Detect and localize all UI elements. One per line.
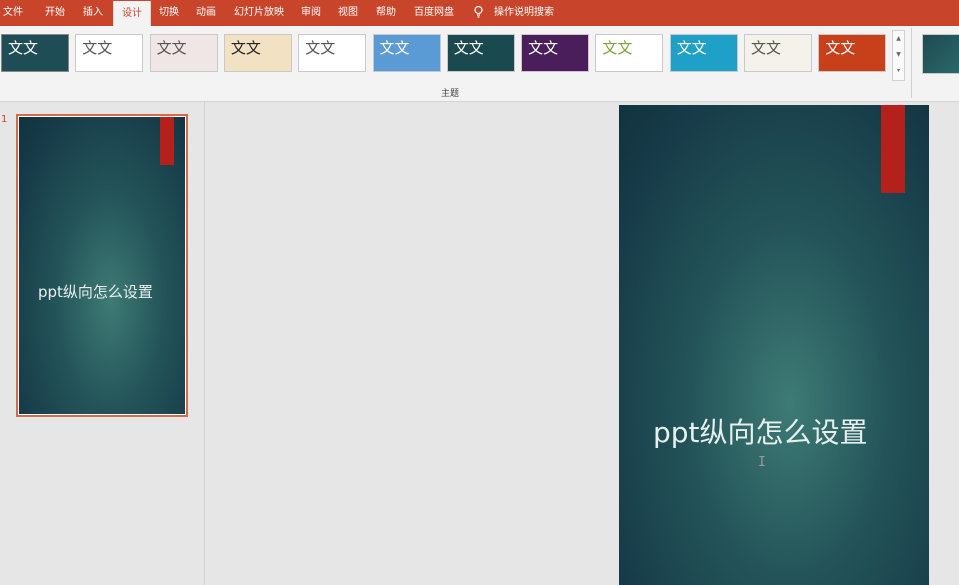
- theme-thumbnail[interactable]: 文文: [223, 34, 292, 72]
- theme-color-swatches: [229, 64, 271, 67]
- tab-slideshow[interactable]: 幻灯片放映: [226, 0, 292, 26]
- theme-sample-text: 文文: [82, 39, 113, 57]
- slide-number: 1: [1, 114, 8, 125]
- tab-review[interactable]: 审阅: [294, 0, 328, 26]
- scroll-up-icon[interactable]: ▲: [893, 31, 904, 47]
- theme-sample-text: 文文: [453, 39, 484, 57]
- theme-sample-text: 文文: [8, 39, 39, 57]
- tab-help[interactable]: 帮助: [368, 0, 404, 26]
- theme-color-swatches: [823, 64, 865, 67]
- theme-thumbnail[interactable]: 文文: [669, 34, 738, 72]
- gallery-label: 主题: [440, 89, 459, 99]
- theme-thumbnail[interactable]: 文文: [818, 34, 887, 72]
- slide-thumbnail[interactable]: ppt纵向怎么设置: [16, 114, 188, 417]
- tab-design[interactable]: 设计: [113, 1, 151, 26]
- tab-home[interactable]: 开始: [36, 0, 74, 26]
- text-cursor-icon: I: [758, 455, 766, 470]
- slide-title-textbox[interactable]: ppt纵向怎么设置: [653, 415, 883, 450]
- theme-sample-text: 文文: [156, 39, 187, 57]
- variant-thumbnail[interactable]: [922, 34, 959, 74]
- gallery-scroller[interactable]: ▲ ▼ ▾: [892, 30, 905, 81]
- theme-thumbnail[interactable]: 文文: [1, 34, 69, 72]
- ribbon-design-panel: 文文 文文 文文 文文 文文 文文 文文 文文 文文 文文 文文 文文 ▲ ▼ ▾ 主题: [0, 26, 959, 102]
- theme-color-swatches: [526, 64, 568, 67]
- theme-sample-text: 文文: [825, 39, 856, 57]
- theme-sample-text: 文文: [528, 39, 559, 57]
- theme-color-swatches: [378, 64, 420, 67]
- slide-background: ppt纵向怎么设置: [619, 105, 929, 585]
- theme-sample-text: 文文: [751, 39, 782, 57]
- tab-insert[interactable]: 插入: [74, 0, 112, 26]
- main-slide[interactable]: ppt纵向怎么设置: [619, 105, 929, 585]
- red-ribbon-shape: [160, 117, 174, 165]
- theme-color-swatches: [600, 64, 642, 67]
- theme-color-swatches: [80, 64, 122, 67]
- tab-animations[interactable]: 动画: [188, 0, 224, 26]
- theme-color-swatches: [303, 64, 345, 67]
- tell-me-search[interactable]: 操作说明搜索: [494, 0, 554, 26]
- theme-thumbnail[interactable]: 文文: [149, 34, 218, 72]
- theme-color-swatches: [6, 64, 48, 67]
- group-divider: [911, 28, 912, 98]
- scroll-down-icon[interactable]: ▼: [893, 47, 904, 63]
- theme-thumbnail[interactable]: 文文: [446, 34, 515, 72]
- thumbnail-title: ppt纵向怎么设置: [38, 283, 153, 301]
- theme-thumbnail[interactable]: 文文: [298, 34, 367, 72]
- theme-sample-text: 文文: [379, 39, 410, 57]
- theme-thumbnail[interactable]: 文文: [744, 34, 812, 72]
- theme-sample-text: 文文: [230, 39, 261, 57]
- theme-thumbnail[interactable]: 文文: [521, 34, 590, 72]
- ribbon-tab-bar: 文件 开始 插入 设计 切换 动画 幻灯片放映 审阅 视图 帮助 百度网盘 操作…: [0, 0, 959, 26]
- theme-thumbnail[interactable]: 文文: [75, 34, 144, 72]
- thumbnail-background: ppt纵向怎么设置: [19, 117, 185, 414]
- tab-transitions[interactable]: 切换: [150, 0, 188, 26]
- theme-color-swatches: [452, 64, 494, 67]
- slide-thumbnail-pane: 1 ppt纵向怎么设置: [0, 102, 205, 585]
- theme-color-swatches: [675, 64, 717, 67]
- lightbulb-icon[interactable]: [474, 6, 483, 18]
- theme-sample-text: 文文: [676, 39, 707, 57]
- theme-thumbnail[interactable]: 文文: [372, 34, 441, 72]
- theme-sample-text: 文文: [602, 39, 633, 57]
- theme-sample-text: 文文: [305, 39, 336, 57]
- tab-baidu-netdisk[interactable]: 百度网盘: [406, 0, 462, 26]
- tab-view[interactable]: 视图: [330, 0, 366, 26]
- theme-color-swatches: [749, 64, 791, 67]
- tab-file[interactable]: 文件: [0, 0, 26, 26]
- theme-color-swatches: [155, 64, 197, 67]
- more-icon[interactable]: ▾: [893, 63, 904, 79]
- theme-thumbnail[interactable]: 文文: [595, 34, 664, 72]
- red-ribbon-shape: [881, 105, 905, 193]
